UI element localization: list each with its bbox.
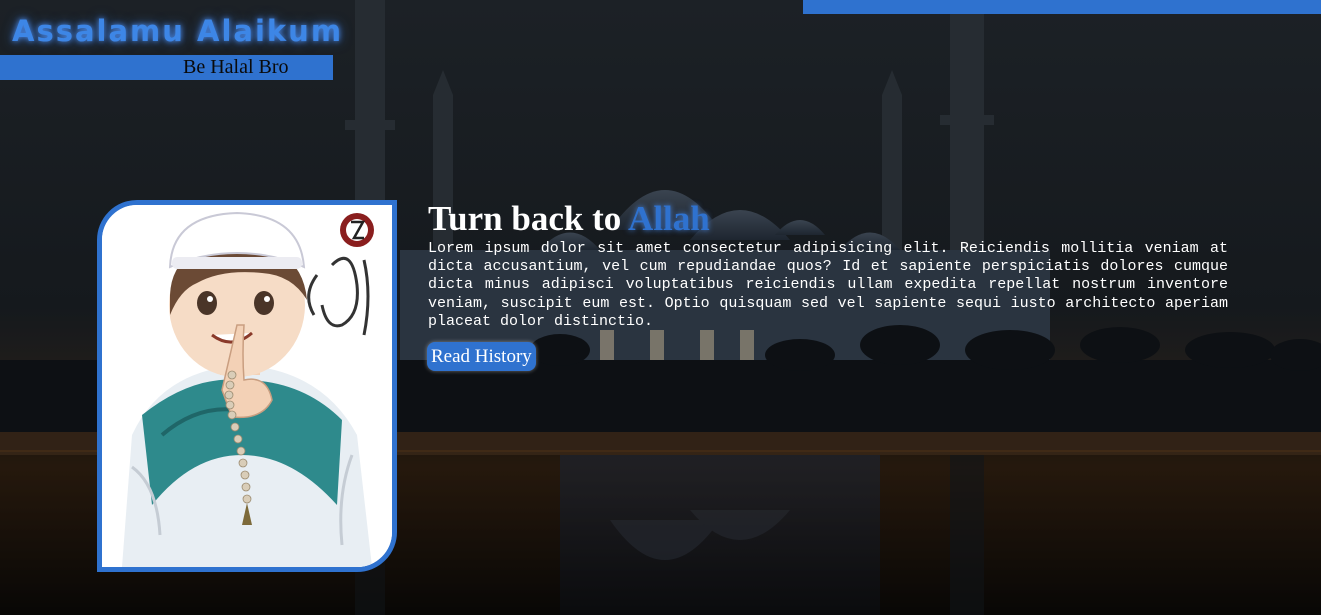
hero-illustration <box>97 200 397 572</box>
hero-headline: Turn back to Allah <box>428 199 710 239</box>
top-accent-bar <box>803 0 1321 14</box>
read-history-button[interactable]: Read History <box>427 342 536 371</box>
hero-description: Lorem ipsum dolor sit amet consectetur a… <box>428 240 1228 330</box>
tagline-bar: Be Halal Bro <box>0 55 333 80</box>
headline-accent: Allah <box>628 199 710 238</box>
headline-prefix: Turn back to <box>428 199 629 238</box>
page: Assalamu Alaikum Be Halal Bro Turn back … <box>0 0 1321 615</box>
tagline: Be Halal Bro <box>183 56 289 78</box>
boy-illustration-image <box>102 205 392 567</box>
brand-title: Assalamu Alaikum <box>12 14 344 48</box>
